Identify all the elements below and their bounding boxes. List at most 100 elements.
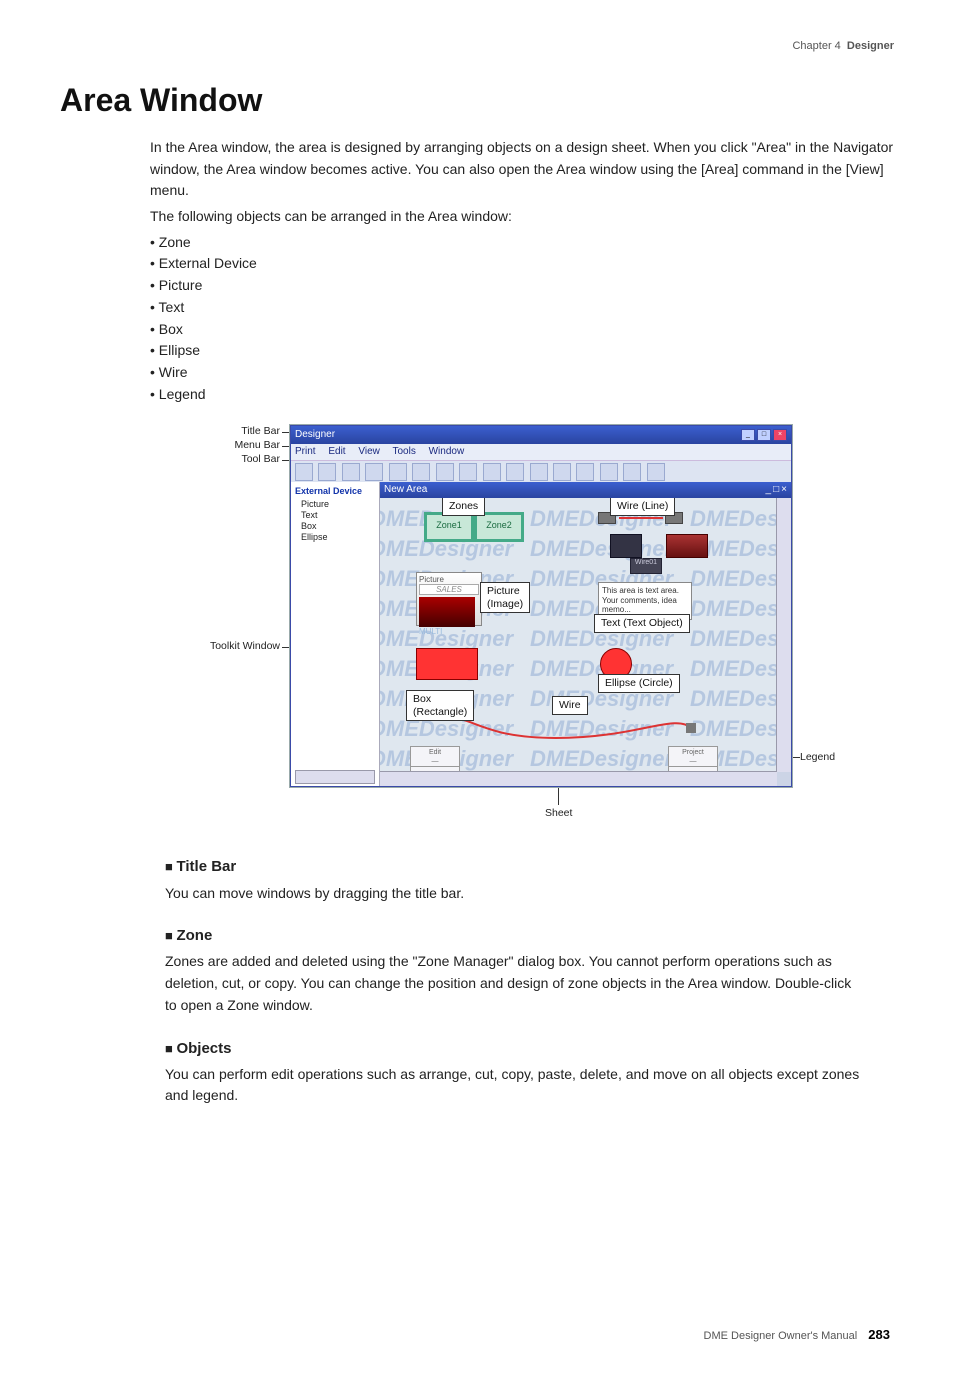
toolbar-button[interactable]	[530, 463, 548, 481]
toolbar-button[interactable]	[318, 463, 336, 481]
toolkit-item[interactable]: Picture	[301, 499, 375, 509]
picture-image	[419, 597, 475, 627]
bullet-item: Legend	[150, 384, 894, 406]
text-line: This area is text area.	[602, 586, 688, 596]
toolbar-button[interactable]	[483, 463, 501, 481]
maximize-icon[interactable]: □	[773, 482, 779, 498]
horizontal-scrollbar[interactable]	[380, 771, 777, 786]
picture-object[interactable]: Picture SALES MULTI	[416, 572, 482, 626]
bullet-item: Box	[150, 319, 894, 341]
toolkit-item[interactable]: Ellipse	[301, 532, 375, 542]
picture-caption: Picture	[419, 575, 479, 584]
label-title-bar: Title Bar	[150, 425, 280, 437]
box-object[interactable]	[416, 648, 478, 680]
toolbar-button[interactable]	[389, 463, 407, 481]
window-title: Designer	[295, 426, 335, 444]
menu-item[interactable]: View	[358, 446, 380, 457]
callout-ellipse: Ellipse (Circle)	[598, 674, 680, 693]
watermark: DMEDesigner	[690, 596, 777, 622]
watermark: DMEDesigner	[690, 716, 777, 742]
bullet-item: Wire	[150, 362, 894, 384]
callout-wire: Wire	[552, 696, 588, 715]
toolbar-button[interactable]	[506, 463, 524, 481]
scrollbar[interactable]	[295, 770, 375, 784]
intro-p2: The following objects can be arranged in…	[150, 206, 894, 228]
label-menu-bar: Menu Bar	[150, 439, 280, 451]
section-label: Designer	[847, 40, 894, 52]
device-label: Wire01	[630, 558, 662, 574]
callout-zones: Zones	[442, 498, 485, 516]
menu-item[interactable]: Window	[429, 446, 465, 457]
label-tool-bar: Tool Bar	[150, 453, 280, 465]
page-title: Area Window	[60, 82, 894, 119]
device-icon[interactable]	[666, 534, 708, 558]
vertical-scrollbar[interactable]	[776, 498, 791, 772]
section-text: You can perform edit operations such as …	[165, 1064, 864, 1107]
minimize-icon[interactable]: _	[741, 429, 755, 441]
toolkit-header: External Device	[295, 486, 375, 496]
intro-p1: In the Area window, the area is designed…	[150, 137, 894, 202]
canvas-title-bar[interactable]: New Area _ □ ×	[380, 482, 791, 498]
toolkit-item[interactable]: Text	[301, 510, 375, 520]
multi-label: MULTI	[419, 627, 479, 636]
watermark: DMEDesigner	[690, 656, 777, 682]
footer-text: DME Designer Owner's Manual	[704, 1330, 858, 1342]
label-toolkit: Toolkit Window	[150, 640, 280, 652]
minimize-icon[interactable]: _	[766, 482, 772, 498]
designer-window: Designer _ □ × Print Edit View Tools Win…	[290, 425, 792, 787]
menu-item[interactable]: Tools	[392, 446, 415, 457]
toolbar-button[interactable]	[600, 463, 618, 481]
intro-bullets: Zone External Device Picture Text Box El…	[150, 232, 894, 406]
section-heading-title-bar: Title Bar	[165, 855, 864, 878]
toolbar-button[interactable]	[623, 463, 641, 481]
figure: Title Bar Menu Bar Tool Bar Toolkit Wind…	[150, 425, 870, 825]
toolbar-button[interactable]	[295, 463, 313, 481]
menu-bar[interactable]: Print Edit View Tools Window	[291, 444, 791, 460]
watermark: DMEDesigner	[690, 626, 777, 652]
toolbar-button[interactable]	[553, 463, 571, 481]
section-text: Zones are added and deleted using the "Z…	[165, 951, 864, 1016]
canvas-title: New Area	[384, 482, 427, 498]
page-footer: DME Designer Owner's Manual 283	[60, 1327, 894, 1342]
callout-text: Text (Text Object)	[594, 614, 690, 633]
window-title-bar[interactable]: Designer _ □ ×	[291, 426, 791, 444]
toolkit-panel[interactable]: External Device Picture Text Box Ellipse	[291, 482, 380, 786]
watermark: DMEDesigner	[690, 566, 777, 592]
toolbar-button[interactable]	[365, 463, 383, 481]
close-icon[interactable]: ×	[781, 482, 787, 498]
bullet-item: Picture	[150, 275, 894, 297]
watermark: DMEDesigner	[690, 686, 777, 712]
callout-wire-line: Wire (Line)	[610, 498, 675, 516]
menu-item[interactable]: Print	[295, 446, 316, 457]
label-sheet: Sheet	[545, 807, 572, 819]
label-legend: Legend	[800, 751, 835, 763]
canvas-frame: New Area _ □ × DMEDesigner DMEDesigner D…	[380, 482, 791, 786]
design-sheet[interactable]: DMEDesigner DMEDesigner DMEDesigner DMED…	[380, 498, 777, 772]
toolkit-item[interactable]: Box	[301, 521, 375, 531]
section-text: You can move windows by dragging the tit…	[165, 883, 864, 905]
bullet-item: Text	[150, 297, 894, 319]
chapter-label: Chapter 4	[792, 40, 840, 52]
text-line: Your comments, idea memo...	[602, 596, 688, 615]
bullet-item: Ellipse	[150, 340, 894, 362]
toolbar-button[interactable]	[647, 463, 665, 481]
maximize-icon[interactable]: □	[757, 429, 771, 441]
close-icon[interactable]: ×	[773, 429, 787, 441]
toolbar-button[interactable]	[412, 463, 430, 481]
section-heading-objects: Objects	[165, 1037, 864, 1060]
page-number: 283	[868, 1327, 890, 1342]
menu-item[interactable]: Edit	[328, 446, 345, 457]
zone-object[interactable]: Zone1	[424, 512, 474, 542]
toolbar-button[interactable]	[576, 463, 594, 481]
device-icon[interactable]	[610, 534, 642, 558]
bullet-item: External Device	[150, 253, 894, 275]
watermark: DMEDesigner	[690, 506, 777, 532]
zone-object[interactable]: Zone2	[474, 512, 524, 542]
toolbar-button[interactable]	[459, 463, 477, 481]
callout-box: Box (Rectangle)	[406, 690, 474, 721]
toolbar-button[interactable]	[342, 463, 360, 481]
section-heading-zone: Zone	[165, 924, 864, 947]
callout-picture: Picture (Image)	[480, 582, 530, 613]
sales-badge: SALES	[419, 584, 479, 595]
toolbar-button[interactable]	[436, 463, 454, 481]
